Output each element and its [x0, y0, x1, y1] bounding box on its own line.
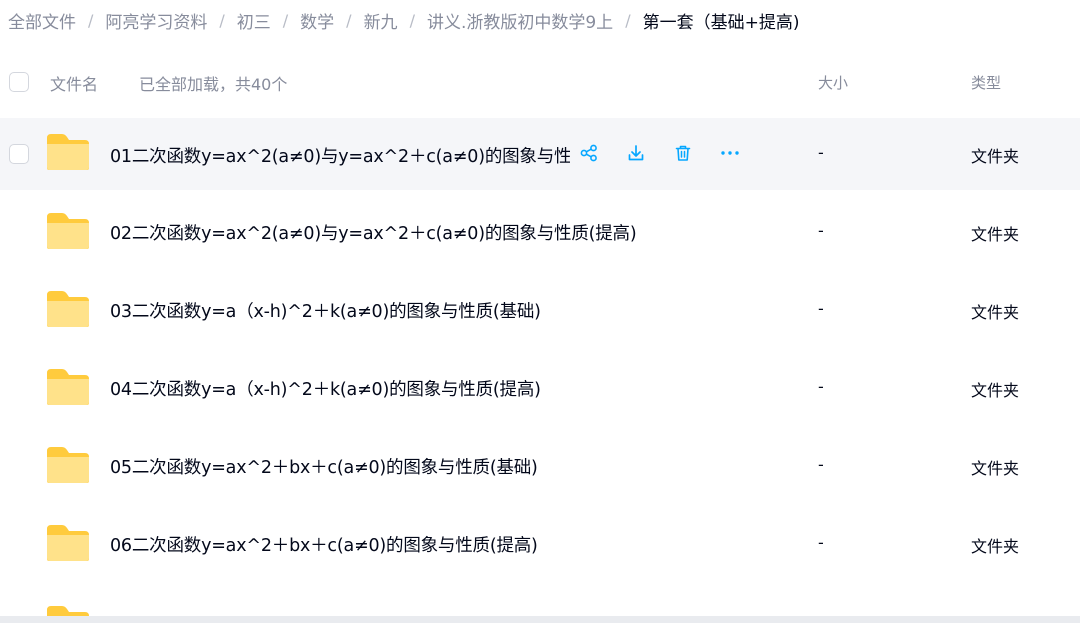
file-size: - [818, 455, 824, 474]
folder-icon [47, 291, 89, 327]
file-type: 文件夹 [971, 147, 1020, 166]
breadcrumb-separator: / [88, 10, 94, 30]
download-button[interactable] [625, 142, 647, 164]
breadcrumb: 全部文件 / 阿亮学习资料 / 初三 / 数学 / 新九 / 讲义.浙教版初中数… [8, 6, 799, 34]
column-header-type[interactable]: 类型 [971, 72, 1001, 93]
breadcrumb-separator: / [219, 10, 225, 30]
file-type: 文件夹 [971, 225, 1020, 244]
file-row[interactable]: 02二次函数y=ax^2(a≠0)与y=ax^2＋c(a≠0)的图象与性质(提高… [0, 196, 1080, 274]
file-name[interactable]: 01二次函数y=ax^2(a≠0)与y=ax^2＋c(a≠0)的图象与性质(基础… [110, 143, 570, 168]
more-icon [721, 151, 739, 155]
file-name[interactable]: 05二次函数y=ax^2＋bx＋c(a≠0)的图象与性质(基础) [110, 454, 538, 479]
delete-button[interactable] [672, 142, 694, 164]
folder-icon [47, 525, 89, 561]
share-button[interactable] [578, 142, 600, 164]
file-size: - [818, 221, 824, 240]
breadcrumb-separator: / [625, 10, 631, 30]
file-size: - [818, 143, 824, 162]
breadcrumb-separator: / [409, 10, 415, 30]
file-type: 文件夹 [971, 303, 1020, 322]
breadcrumb-item-current: 第一套（基础+提高) [642, 12, 800, 33]
breadcrumb-separator: / [282, 10, 289, 30]
file-size: - [818, 299, 824, 318]
file-type: 文件夹 [971, 459, 1020, 478]
folder-icon [47, 447, 89, 483]
breadcrumb-item-new9[interactable]: 新九 [364, 8, 398, 33]
load-status-text: 已全部加载，共40个 [139, 75, 288, 94]
folder-icon [47, 213, 89, 249]
row-checkbox[interactable] [9, 144, 29, 164]
file-size: - [818, 377, 824, 396]
more-button[interactable] [719, 142, 741, 164]
share-icon [580, 144, 597, 162]
file-row[interactable]: 01二次函数y=ax^2(a≠0)与y=ax^2＋c(a≠0)的图象与性质(基础… [0, 118, 1080, 190]
file-row[interactable]: 03二次函数y=a（x-h)^2＋k(a≠0)的图象与性质(基础) - 文件夹 [0, 274, 1080, 352]
file-type: 文件夹 [971, 381, 1020, 400]
breadcrumb-item-grade9[interactable]: 初三 [237, 8, 271, 33]
file-manager-page: 全部文件 / 阿亮学习资料 / 初三 / 数学 / 新九 / 讲义.浙教版初中数… [0, 0, 1080, 623]
breadcrumb-item-all-files[interactable]: 全部文件 [8, 8, 76, 33]
breadcrumb-item-study-materials[interactable]: 阿亮学习资料 [105, 8, 207, 33]
file-name[interactable]: 06二次函数y=ax^2＋bx＋c(a≠0)的图象与性质(提高) [110, 532, 538, 557]
select-all-checkbox[interactable] [9, 72, 29, 92]
file-row[interactable]: 05二次函数y=ax^2＋bx＋c(a≠0)的图象与性质(基础) - 文件夹 [0, 430, 1080, 508]
folder-icon [47, 369, 89, 405]
download-icon [628, 145, 644, 161]
file-type: 文件夹 [971, 537, 1020, 556]
file-name[interactable]: 03二次函数y=a（x-h)^2＋k(a≠0)的图象与性质(基础) [110, 298, 541, 323]
column-header-size[interactable]: 大小 [818, 72, 848, 93]
trash-icon [675, 145, 691, 161]
file-row[interactable]: 06二次函数y=ax^2＋bx＋c(a≠0)的图象与性质(提高) - 文件夹 [0, 508, 1080, 586]
file-name[interactable]: 04二次函数y=a（x-h)^2＋k(a≠0)的图象与性质(提高) [110, 376, 541, 401]
breadcrumb-separator: / [346, 10, 352, 30]
breadcrumb-item-math[interactable]: 数学 [300, 8, 334, 33]
bottom-toolbar-edge [0, 616, 1080, 623]
row-actions [578, 142, 766, 164]
column-header-name[interactable]: 文件名 [50, 71, 98, 95]
file-name[interactable]: 02二次函数y=ax^2(a≠0)与y=ax^2＋c(a≠0)的图象与性质(提高… [110, 220, 637, 245]
folder-icon [47, 134, 89, 170]
file-row[interactable]: 04二次函数y=a（x-h)^2＋k(a≠0)的图象与性质(提高) - 文件夹 [0, 352, 1080, 430]
file-size: - [818, 533, 824, 552]
file-list: 01二次函数y=ax^2(a≠0)与y=ax^2＋c(a≠0)的图象与性质(基础… [0, 118, 1080, 586]
breadcrumb-item-lecture-notes[interactable]: 讲义.浙教版初中数学9上 [427, 8, 613, 33]
file-list-header: 文件名 已全部加载，共40个 大小 类型 [0, 62, 1080, 102]
